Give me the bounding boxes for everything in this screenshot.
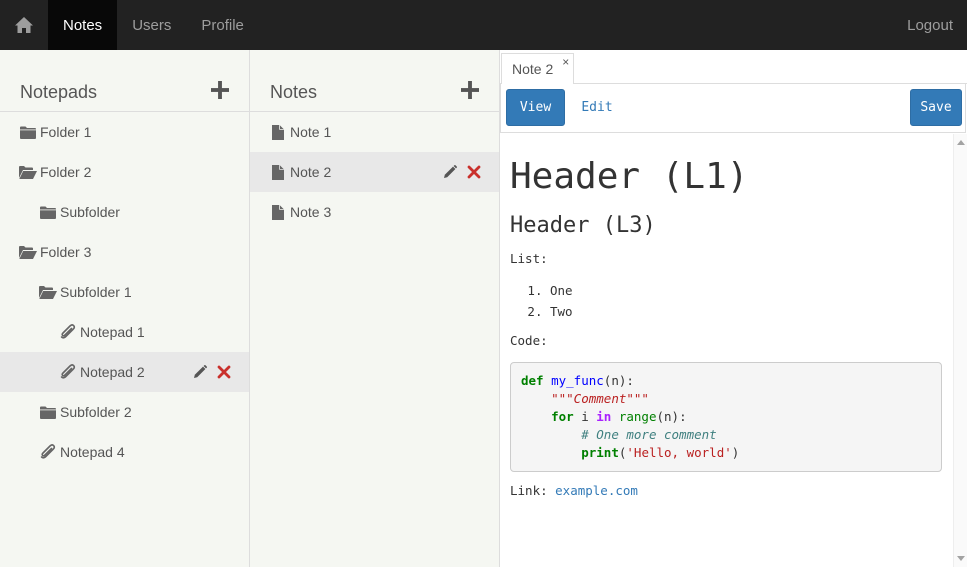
note-preview: Header (L1) Header (L3) List: One Two Co…: [500, 134, 953, 567]
notes-title: Notes: [270, 82, 318, 102]
heading-l3: Header (L3): [510, 213, 656, 238]
nav-notes[interactable]: Notes: [48, 0, 118, 50]
tree-item-notepad-1[interactable]: Notepad 1: [0, 312, 249, 352]
paperclip-icon: [59, 324, 77, 340]
paperclip-icon: [39, 444, 57, 460]
tree-item-notepad-2[interactable]: Notepad 2: [0, 352, 249, 392]
home-icon: [15, 17, 33, 33]
list-label: List:: [510, 251, 548, 266]
code-text: i: [573, 409, 597, 424]
nav-profile[interactable]: Profile: [186, 0, 259, 50]
file-icon: [269, 204, 287, 220]
notepads-header: Notepads: [0, 50, 249, 112]
tree-item-label: Notepad 4: [60, 444, 125, 460]
tree-item-subfolder-1[interactable]: Subfolder 1: [0, 272, 249, 312]
code-builtin: print: [581, 445, 619, 460]
example-link[interactable]: example.com: [555, 483, 638, 498]
delete-x-icon[interactable]: [217, 365, 231, 379]
edit-button[interactable]: Edit: [571, 89, 623, 126]
tree-item-folder-3[interactable]: Folder 3: [0, 232, 249, 272]
link-paragraph: Link: example.com: [510, 482, 942, 500]
add-note-plus-icon[interactable]: [461, 81, 479, 99]
code-keyword: def: [521, 373, 544, 388]
folder-open-icon: [39, 284, 57, 300]
tab-close-icon[interactable]: ×: [562, 56, 569, 68]
folder-closed-icon: [39, 404, 57, 420]
code-text: ): [731, 445, 740, 460]
code-docstring: """Comment""": [551, 391, 649, 406]
note-item-1[interactable]: Note 1: [250, 112, 499, 152]
item-actions: [443, 152, 481, 192]
notepads-panel: Notepads Folder 1 Folder 2 Subfolder Fol…: [0, 50, 250, 567]
note-editor: Note 2 × View Edit Save Header (L1) Head…: [500, 50, 967, 567]
folder-open-icon: [19, 164, 37, 180]
code-comment: # One more comment: [581, 427, 717, 442]
logout-link[interactable]: Logout: [892, 0, 967, 50]
note-item-label: Note 1: [290, 124, 332, 140]
tree-item-label: Notepad 2: [80, 364, 145, 380]
add-notepad-plus-icon[interactable]: [211, 81, 229, 99]
note-item-2[interactable]: Note 2: [250, 152, 499, 192]
link-label: Link:: [510, 483, 556, 498]
code-operator: in: [596, 409, 612, 424]
tree-item-label: Folder 3: [40, 244, 92, 260]
notepads-title: Notepads: [20, 82, 98, 102]
code-text: (n):: [656, 409, 687, 424]
top-navbar: Notes Users Profile Logout: [0, 0, 967, 50]
content-scrollbar[interactable]: [953, 134, 967, 567]
code-keyword: for: [551, 409, 574, 424]
tree-item-label: Subfolder 1: [60, 284, 132, 300]
tree-item-folder-1[interactable]: Folder 1: [0, 112, 249, 152]
view-button[interactable]: View: [506, 89, 565, 126]
list-item: One: [550, 280, 942, 301]
code-block: def my_func(n): """Comment""" for i in r…: [510, 362, 942, 472]
tree-item-label: Folder 1: [40, 124, 92, 140]
editor-toolbar: View Edit Save: [500, 84, 966, 133]
code-string: 'Hello, world': [626, 445, 732, 460]
tab-note-2[interactable]: Note 2 ×: [501, 53, 575, 85]
delete-x-icon[interactable]: [467, 165, 481, 179]
paperclip-icon: [59, 364, 77, 380]
pencil-icon[interactable]: [193, 365, 207, 379]
save-button[interactable]: Save: [910, 89, 962, 126]
tree-item-label: Subfolder: [60, 204, 120, 220]
tree-item-notepad-4[interactable]: Notepad 4: [0, 432, 249, 472]
code-text: (n):: [603, 373, 634, 388]
pencil-icon[interactable]: [443, 165, 457, 179]
tree-item-label: Subfolder 2: [60, 404, 132, 420]
scroll-down-arrow-icon[interactable]: [957, 556, 965, 561]
notes-panel: Notes Note 1 Note 2 Note 3: [250, 50, 500, 567]
folder-closed-icon: [39, 204, 57, 220]
tab-label: Note 2: [512, 61, 554, 77]
code-label: Code:: [510, 333, 548, 348]
tab-bar: Note 2 ×: [500, 50, 967, 85]
list-item: Two: [550, 301, 942, 322]
folder-open-icon: [19, 244, 37, 260]
scroll-up-arrow-icon[interactable]: [957, 140, 965, 145]
file-icon: [269, 164, 287, 180]
code-function-name: my_func: [551, 373, 604, 388]
notes-header: Notes: [250, 50, 499, 112]
tree-item-subfolder-2[interactable]: Subfolder 2: [0, 392, 249, 432]
item-actions: [193, 352, 231, 392]
nav-users[interactable]: Users: [117, 0, 186, 50]
note-item-label: Note 3: [290, 204, 332, 220]
tree-item-subfolder[interactable]: Subfolder: [0, 192, 249, 232]
note-item-3[interactable]: Note 3: [250, 192, 499, 232]
ordered-list: One Two: [510, 280, 942, 322]
folder-closed-icon: [19, 124, 37, 140]
code-builtin: range: [618, 409, 657, 424]
home-button[interactable]: [0, 0, 48, 50]
heading-l1: Header (L1): [510, 156, 749, 197]
file-icon: [269, 124, 287, 140]
tree-item-folder-2[interactable]: Folder 2: [0, 152, 249, 192]
tree-item-label: Notepad 1: [80, 324, 145, 340]
tree-item-label: Folder 2: [40, 164, 92, 180]
note-item-label: Note 2: [290, 164, 332, 180]
